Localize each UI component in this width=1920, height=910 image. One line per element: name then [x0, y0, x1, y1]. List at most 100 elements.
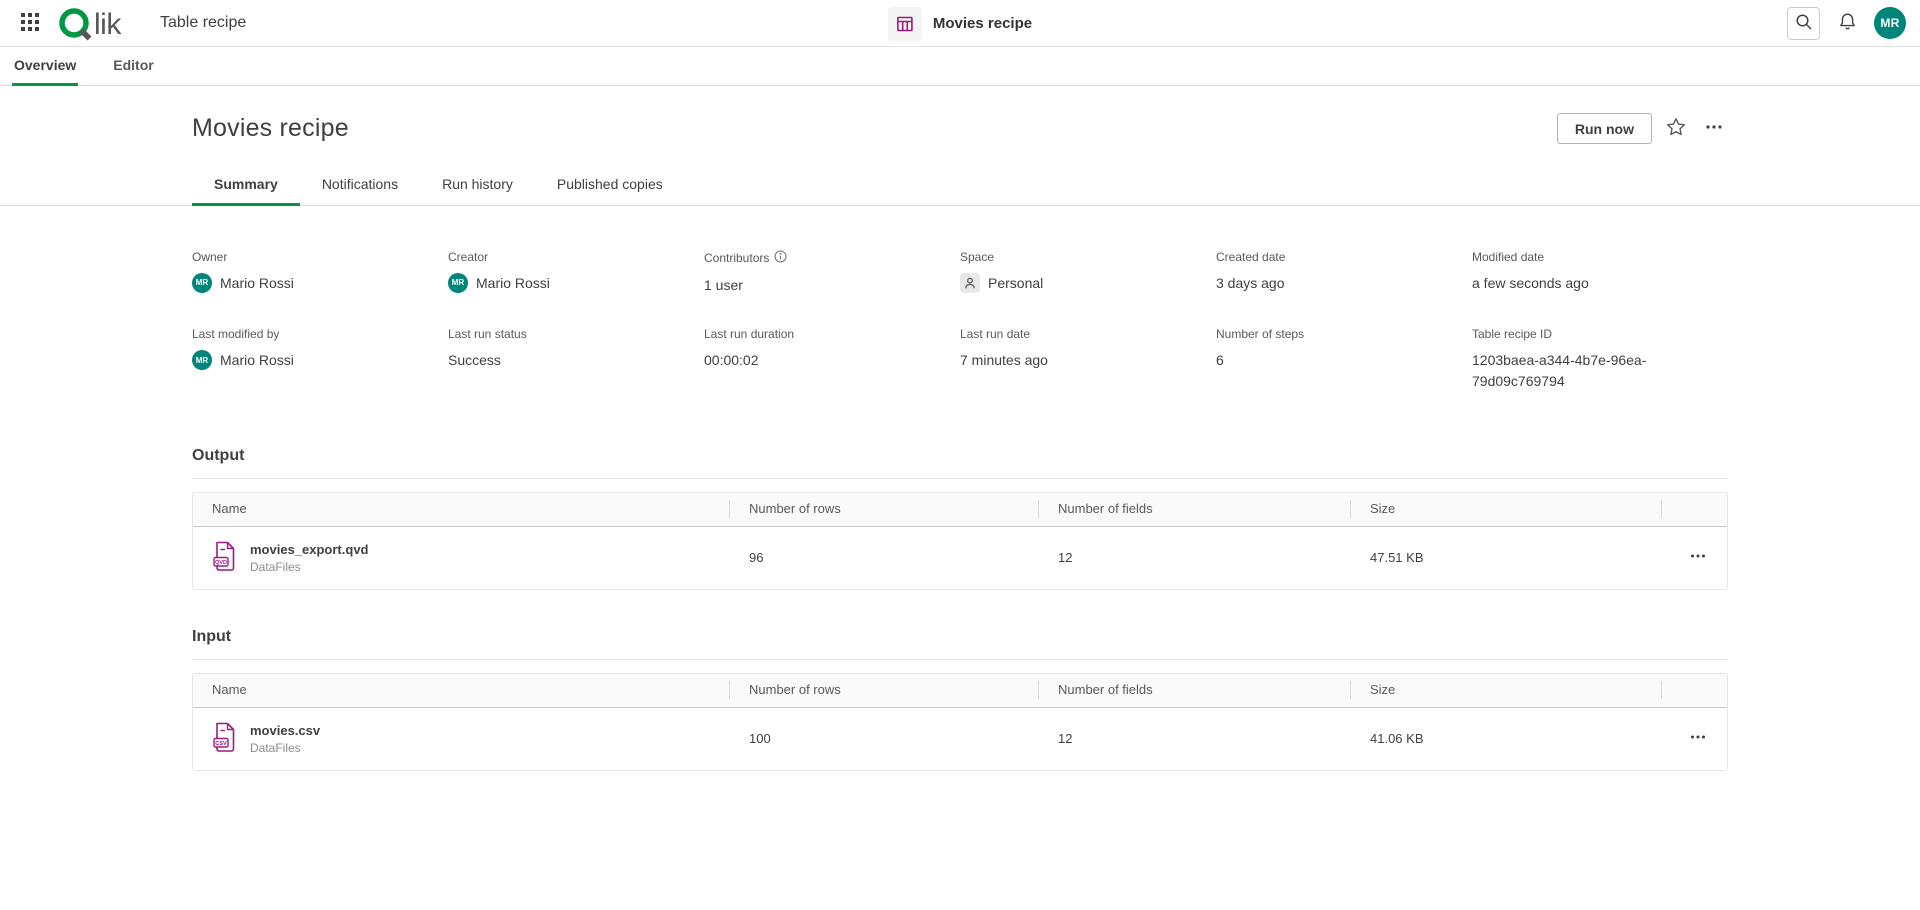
search-button[interactable] [1787, 7, 1820, 40]
bell-icon [1838, 12, 1857, 34]
ellipsis-icon [1690, 548, 1706, 567]
output-table: Name Number of rows Number of fields Siz… [192, 492, 1728, 590]
csv-file-icon: CSV [212, 722, 237, 756]
meta-last-run-date: Last run date 7 minutes ago [960, 327, 1216, 391]
table-recipe-id-value: 1203baea-a344-4b7e-96ea-79d09c769794 [1472, 350, 1702, 391]
meta-number-of-steps: Number of steps 6 [1216, 327, 1472, 391]
input-section: Input Name Number of rows Number of fiel… [192, 628, 1728, 771]
meta-created-date: Created date 3 days ago [1216, 250, 1472, 295]
more-options-button[interactable] [1700, 115, 1728, 143]
tab-overview[interactable]: Overview [12, 47, 78, 86]
search-icon [1795, 13, 1813, 34]
input-table: Name Number of rows Number of fields Siz… [192, 673, 1728, 771]
favorite-button[interactable] [1662, 115, 1690, 143]
created-date-value: 3 days ago [1216, 273, 1446, 293]
last-run-duration-value: 00:00:02 [704, 350, 934, 370]
creator-name: Mario Rossi [476, 273, 550, 293]
output-section: Output Name Number of rows Number of fie… [192, 447, 1728, 590]
meta-table-recipe-id: Table recipe ID 1203baea-a344-4b7e-96ea-… [1472, 327, 1728, 391]
meta-space: Space Personal [960, 250, 1216, 295]
output-file-name[interactable]: movies_export.qvd [250, 542, 369, 557]
personal-space-icon [960, 273, 980, 293]
info-icon[interactable] [774, 250, 787, 266]
input-file-name[interactable]: movies.csv [250, 723, 320, 738]
contributors-value: 1 user [704, 275, 934, 295]
space-name: Personal [988, 273, 1043, 293]
title-actions: Run now [1557, 113, 1728, 144]
column-header-fields[interactable]: Number of fields [1039, 681, 1351, 699]
input-table-header: Name Number of rows Number of fields Siz… [193, 674, 1727, 708]
star-icon [1666, 117, 1686, 140]
output-table-header: Name Number of rows Number of fields Siz… [193, 493, 1727, 527]
app-title: Table recipe [160, 14, 246, 32]
page-title: Movies recipe [192, 114, 349, 143]
svg-text:lik: lik [94, 8, 122, 41]
input-row-menu-button[interactable] [1683, 724, 1713, 754]
last-modified-name: Mario Rossi [220, 350, 294, 370]
summary-tabbar: Summary Notifications Run history Publis… [0, 176, 1920, 206]
topbar-resource[interactable]: Movies recipe [888, 0, 1032, 47]
creator-avatar: MR [448, 273, 468, 293]
meta-modified-date: Modified date a few seconds ago [1472, 250, 1728, 295]
main-content: Movies recipe Run now [0, 113, 1920, 771]
last-run-status-value: Success [448, 350, 678, 370]
output-file-source: DataFiles [250, 560, 369, 574]
user-avatar[interactable]: MR [1874, 7, 1906, 39]
run-now-button[interactable]: Run now [1557, 113, 1652, 144]
meta-contributors: Contributors 1 user [704, 250, 960, 295]
last-modified-avatar: MR [192, 350, 212, 370]
meta-last-run-status: Last run status Success [448, 327, 704, 391]
input-file-source: DataFiles [250, 741, 320, 755]
topbar-actions: MR [1787, 7, 1906, 40]
divider [192, 659, 1728, 660]
ellipsis-icon [1705, 118, 1723, 139]
owner-avatar: MR [192, 273, 212, 293]
output-num-rows: 96 [730, 550, 1039, 565]
tab-summary[interactable]: Summary [192, 176, 300, 206]
table-row[interactable]: CSV movies.csv DataFiles 100 12 41.06 KB [193, 708, 1727, 770]
waffle-icon [21, 13, 39, 34]
output-num-fields: 12 [1039, 550, 1351, 565]
tab-run-history[interactable]: Run history [420, 176, 535, 206]
tab-editor[interactable]: Editor [111, 47, 155, 86]
svg-text:CSV: CSV [215, 741, 227, 747]
output-row-menu-button[interactable] [1683, 543, 1713, 573]
main-nav: Overview Editor [0, 47, 1920, 86]
owner-name: Mario Rossi [220, 273, 294, 293]
column-header-rows[interactable]: Number of rows [730, 500, 1039, 518]
last-run-date-value: 7 minutes ago [960, 350, 1190, 370]
notifications-button[interactable] [1832, 8, 1862, 38]
title-row: Movies recipe Run now [192, 113, 1728, 144]
input-num-fields: 12 [1039, 731, 1351, 746]
ellipsis-icon [1690, 729, 1706, 748]
input-section-title: Input [192, 628, 1728, 646]
svg-text:QVD: QVD [215, 560, 227, 566]
column-header-rows[interactable]: Number of rows [730, 681, 1039, 699]
meta-last-run-duration: Last run duration 00:00:02 [704, 327, 960, 391]
qlik-logo[interactable]: lik [58, 5, 144, 41]
table-row[interactable]: QVD movies_export.qvd DataFiles 96 12 47… [193, 527, 1727, 589]
qvd-file-icon: QVD [212, 541, 237, 575]
divider [192, 478, 1728, 479]
output-size: 47.51 KB [1351, 550, 1662, 565]
tab-published-copies[interactable]: Published copies [535, 176, 685, 206]
column-header-size[interactable]: Size [1351, 681, 1662, 699]
metadata-grid: Owner MR Mario Rossi Creator MR Mario Ro… [192, 250, 1728, 391]
input-size: 41.06 KB [1351, 731, 1662, 746]
meta-owner: Owner MR Mario Rossi [192, 250, 448, 295]
column-header-name[interactable]: Name [193, 500, 730, 518]
column-header-fields[interactable]: Number of fields [1039, 500, 1351, 518]
output-section-title: Output [192, 447, 1728, 465]
table-recipe-icon [888, 7, 922, 41]
input-num-rows: 100 [730, 731, 1039, 746]
meta-creator: Creator MR Mario Rossi [448, 250, 704, 295]
column-header-size[interactable]: Size [1351, 500, 1662, 518]
top-bar: lik Table recipe Movies recipe [0, 0, 1920, 47]
modified-date-value: a few seconds ago [1472, 273, 1702, 293]
tab-notifications[interactable]: Notifications [300, 176, 420, 206]
app-launcher-button[interactable] [14, 7, 46, 39]
column-header-name[interactable]: Name [193, 681, 730, 699]
meta-last-modified-by: Last modified by MR Mario Rossi [192, 327, 448, 391]
topbar-resource-title: Movies recipe [933, 15, 1032, 32]
number-of-steps-value: 6 [1216, 350, 1446, 370]
